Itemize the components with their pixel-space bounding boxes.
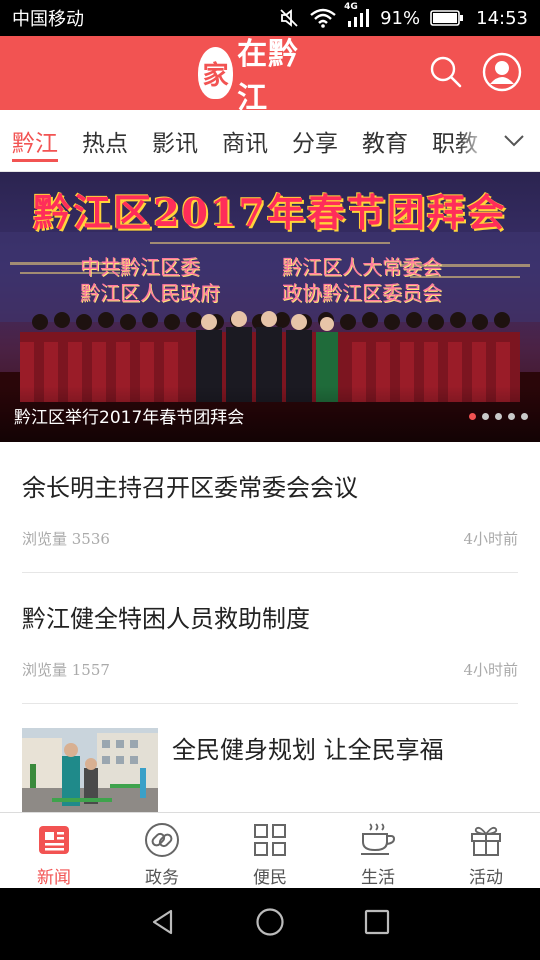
news-list: 余长明主持召开区委常委会会议 浏览量 3536 4小时前 黔江健全特困人员救助制… xyxy=(0,442,540,812)
banner-sub-line: 政协黔江区委员会 xyxy=(282,281,442,305)
banner-sub-left: 中共黔江区委 黔江区人民政府 xyxy=(80,254,220,306)
tabs-fade xyxy=(458,110,488,171)
tab-label: 商讯 xyxy=(222,130,268,157)
news-item[interactable]: 黔江健全特困人员救助制度 浏览量 1557 4小时前 xyxy=(22,573,518,704)
banner-sub-line: 黔江区人大常委会 xyxy=(282,255,442,279)
app-header: 家 在黔江 xyxy=(0,36,540,116)
news-title: 黔江健全特困人员救助制度 xyxy=(22,605,310,633)
news-title: 余长明主持召开区委常委会会议 xyxy=(22,474,358,502)
logo-badge: 家 xyxy=(198,47,234,99)
chevron-down-icon xyxy=(504,135,524,147)
carousel-dot[interactable] xyxy=(495,413,502,420)
carrier-name: 中国移动 xyxy=(12,9,84,30)
home-icon[interactable] xyxy=(255,907,285,941)
system-nav-bar xyxy=(0,888,540,960)
nav-label: 生活 xyxy=(361,868,395,888)
nav-services[interactable]: 便民 xyxy=(216,813,324,888)
news-icon xyxy=(35,821,73,859)
news-item[interactable]: 全民健身规划 让全民享福 xyxy=(22,704,518,812)
app-logo: 家 在黔江 xyxy=(198,37,328,116)
user-icon xyxy=(482,52,522,92)
tabs-more-button[interactable] xyxy=(488,110,540,171)
battery-icon xyxy=(430,9,464,27)
search-icon xyxy=(430,56,462,88)
banner-sub-right: 黔江区人大常委会 政协黔江区委员会 xyxy=(282,254,442,306)
back-icon[interactable] xyxy=(149,908,177,940)
tab-movies[interactable]: 影讯 xyxy=(140,110,210,171)
news-thumbnail xyxy=(22,728,158,812)
tab-label: 影讯 xyxy=(152,130,198,157)
nav-label: 便民 xyxy=(253,868,287,888)
nav-government[interactable]: 政务 xyxy=(108,813,216,888)
tab-label: 分享 xyxy=(292,130,338,157)
grid-icon xyxy=(251,821,289,859)
tab-business[interactable]: 商讯 xyxy=(210,110,280,171)
logo-text: 在黔江 xyxy=(237,37,300,116)
search-button[interactable] xyxy=(426,52,466,92)
nav-news[interactable]: 新闻 xyxy=(0,813,108,888)
signal-icon: 4G xyxy=(344,2,370,28)
news-views: 浏览量 1557 xyxy=(22,661,110,679)
nav-label: 活动 xyxy=(469,868,503,888)
banner-headline-art: 黔江区2017年春节团拜会 xyxy=(33,190,507,235)
tab-share[interactable]: 分享 xyxy=(280,110,350,171)
news-title: 全民健身规划 让全民享福 xyxy=(172,736,444,764)
tab-label: 热点 xyxy=(82,130,128,157)
tab-education[interactable]: 教育 xyxy=(350,110,420,171)
carousel-dot[interactable] xyxy=(508,413,515,420)
coffee-icon xyxy=(359,821,397,859)
user-button[interactable] xyxy=(482,52,522,92)
nav-label: 新闻 xyxy=(37,868,71,888)
status-icons: 4G 91% 14:53 xyxy=(278,2,528,29)
mute-icon xyxy=(278,7,300,29)
banner-carousel[interactable]: 黔江区2017年春节团拜会 中共黔江区委 黔江区人民政府 黔江区人大常委会 政协… xyxy=(0,172,540,442)
nav-activities[interactable]: 活动 xyxy=(432,813,540,888)
category-tabs: 黔江 热点 影讯 商讯 分享 教育 职教 xyxy=(0,110,540,172)
banner-sub-line: 中共黔江区委 xyxy=(80,255,200,279)
link-icon xyxy=(143,821,181,859)
nav-life[interactable]: 生活 xyxy=(324,813,432,888)
clock: 14:53 xyxy=(476,7,528,29)
tab-qianjiang[interactable]: 黔江 xyxy=(0,110,70,171)
tab-label: 教育 xyxy=(362,130,408,157)
news-item[interactable]: 余长明主持召开区委常委会会议 浏览量 3536 4小时前 xyxy=(22,442,518,573)
battery-percent: 91% xyxy=(380,7,421,29)
nav-label: 政务 xyxy=(145,868,179,888)
news-time: 4小时前 xyxy=(463,661,518,679)
gift-icon xyxy=(467,821,505,859)
logo-badge-char: 家 xyxy=(202,60,229,91)
carousel-dot[interactable] xyxy=(521,413,528,420)
news-time: 4小时前 xyxy=(463,530,518,548)
wifi-icon xyxy=(310,8,336,28)
network-type: 4G xyxy=(344,2,358,12)
bottom-nav: 新闻 政务 便民 生活 活动 xyxy=(0,812,540,888)
carousel-dot[interactable] xyxy=(469,413,476,420)
carousel-indicator xyxy=(469,413,528,420)
carousel-dot[interactable] xyxy=(482,413,489,420)
news-views: 浏览量 3536 xyxy=(22,530,110,548)
recents-icon[interactable] xyxy=(363,908,391,940)
banner-sub-line: 黔江区人民政府 xyxy=(80,281,220,305)
tab-hot[interactable]: 热点 xyxy=(70,110,140,171)
tab-label: 黔江 xyxy=(12,130,58,157)
banner-caption: 黔江区举行2017年春节团拜会 xyxy=(14,408,245,428)
